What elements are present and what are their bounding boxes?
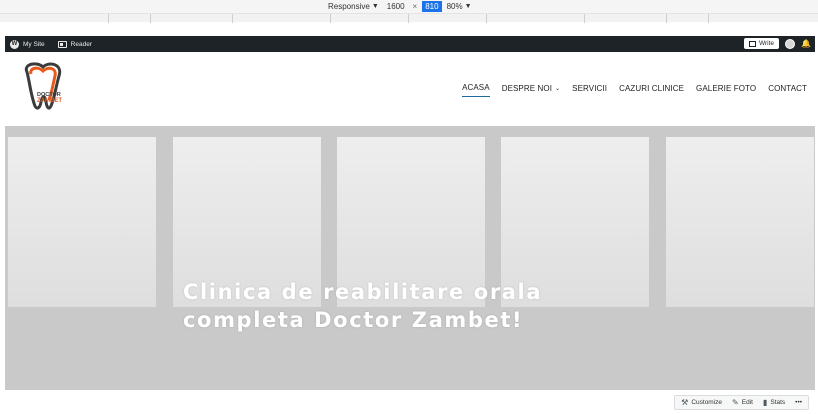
team-photo-1 (8, 137, 156, 307)
zoom-select-label: 80% (446, 2, 463, 11)
nav-label: GALERIE FOTO (696, 83, 757, 93)
device-select-label: Responsive (328, 2, 370, 11)
nav-item-cazuri-clinice[interactable]: CAZURI CLINICE (619, 83, 684, 97)
reader-label: Reader (70, 40, 92, 48)
hero-section: Clinica de reabilitare orala completa Do… (5, 126, 815, 390)
floating-actions-bar: ⚒ Customize ✎ Edit ▮ Stats ••• (674, 395, 809, 410)
height-input[interactable]: 810 (422, 1, 442, 12)
caret-down-icon: ▼ (464, 3, 472, 10)
nav-label: CONTACT (768, 83, 807, 93)
customize-icon: ⚒ (681, 398, 689, 407)
more-icon: ••• (795, 399, 802, 406)
nav-item-contact[interactable]: CONTACT (768, 83, 807, 97)
stats-icon: ▮ (762, 398, 768, 407)
nav-label: SERVICII (572, 83, 608, 93)
avatar[interactable] (785, 38, 795, 49)
stats-button[interactable]: ▮ Stats (763, 398, 785, 407)
write-button[interactable]: Write (743, 38, 779, 49)
nav-item-acasa[interactable]: ACASA (462, 83, 490, 97)
nav-label: DESPRE NOI (501, 83, 553, 93)
team-photo-5 (666, 137, 814, 307)
devtools-toolbar: Responsive ▼ 1600 × 810 80% ▼ (0, 0, 818, 23)
nav-label: ACASA (462, 83, 490, 92)
logo-line-2: ZAMBET (37, 98, 62, 104)
notifications-icon[interactable]: 🔔 (801, 39, 811, 48)
edit-label: Edit (741, 399, 753, 406)
chevron-down-icon: ⌄ (555, 85, 561, 92)
tooth-logo-icon (24, 62, 62, 110)
customize-label: Customize (691, 399, 723, 406)
nav-item-despre-noi[interactable]: DESPRE NOI ⌄ (502, 83, 560, 97)
my-site-label: My Site (23, 40, 45, 48)
nav-item-galerie-foto[interactable]: GALERIE FOTO (696, 83, 756, 97)
customize-button[interactable]: ⚒ Customize (681, 398, 722, 407)
caret-down-icon: ▼ (371, 3, 379, 10)
reader-link[interactable]: Reader (57, 40, 92, 48)
width-input[interactable]: 1600 (385, 2, 407, 11)
nav-item-servicii[interactable]: SERVICII (572, 83, 607, 97)
admin-bar-right: Write 🔔 (743, 38, 811, 49)
zoom-select[interactable]: 80% ▼ (447, 2, 472, 11)
hero-title: Clinica de reabilitare orala completa Do… (183, 278, 603, 334)
times-icon: × (412, 2, 418, 11)
hero-title-line-1: Clinica de reabilitare orala (183, 280, 543, 304)
admin-bar: W My Site Reader Write 🔔 (5, 36, 815, 52)
devtools-controls: Responsive ▼ 1600 × 810 80% ▼ (328, 1, 472, 12)
site-logo[interactable]: DOCTOR ZAMBET (19, 62, 73, 114)
edit-icon: ✎ (732, 398, 739, 407)
bottom-strip: ⚒ Customize ✎ Edit ▮ Stats ••• (5, 390, 815, 414)
nav-label: CAZURI CLINICE (619, 83, 685, 93)
media-query-ruler (0, 13, 818, 23)
write-icon (748, 40, 756, 47)
my-site-link[interactable]: W My Site (10, 39, 45, 49)
main-nav: ACASA DESPRE NOI ⌄ SERVICII CAZURI CLINI… (462, 83, 807, 97)
write-label: Write (758, 40, 774, 47)
wordpress-icon: W (10, 39, 19, 49)
hero-title-line-2: completa Doctor Zambet! (183, 308, 524, 332)
stats-label: Stats (770, 399, 786, 406)
edit-button[interactable]: ✎ Edit (732, 398, 753, 407)
site-header: DOCTOR ZAMBET ACASA DESPRE NOI ⌄ SERVICI… (5, 52, 815, 126)
device-viewport: W My Site Reader Write 🔔 DOCTOR ZAMBET A… (5, 36, 815, 414)
reader-icon (57, 40, 67, 48)
more-button[interactable]: ••• (795, 399, 802, 406)
device-select[interactable]: Responsive ▼ (328, 2, 379, 11)
